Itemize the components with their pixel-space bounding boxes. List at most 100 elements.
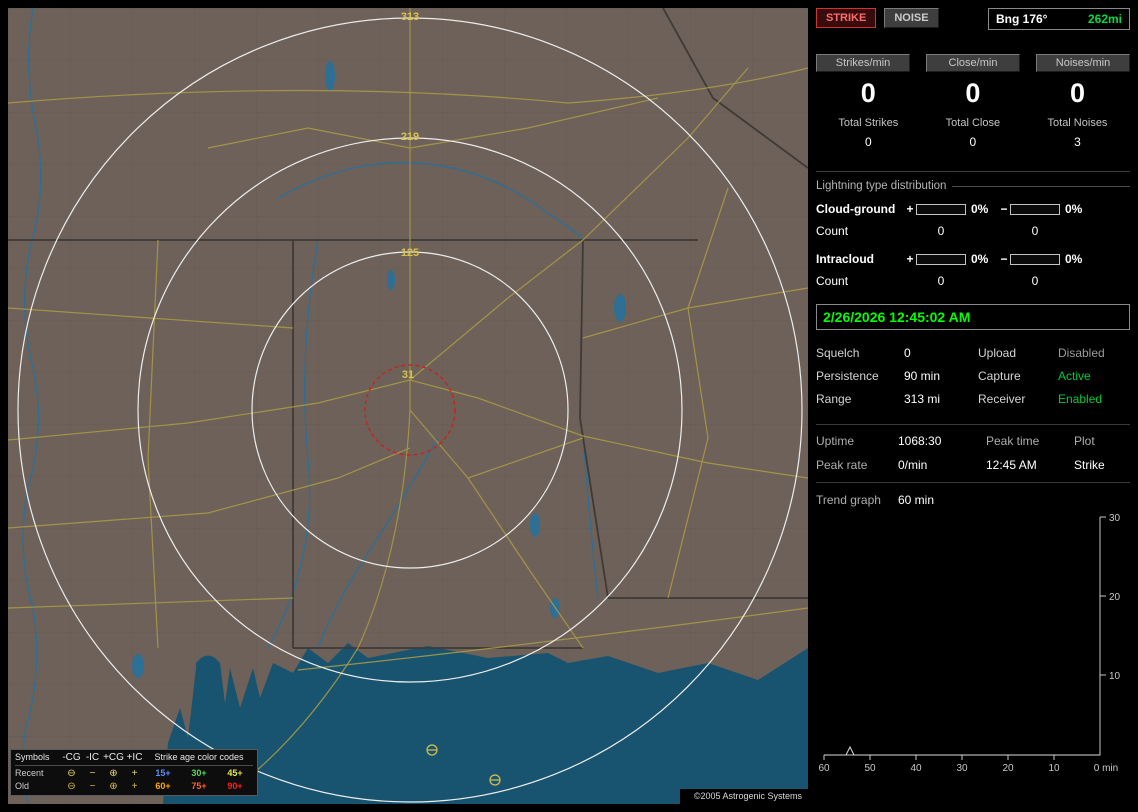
cg-minus-percent: 0% [1065, 202, 1083, 216]
cg-minus-meter [1010, 203, 1060, 215]
age-code: 90+ [227, 781, 243, 791]
cg-count-label: Count [816, 224, 849, 238]
ic-plus-percent: 0% [971, 252, 989, 266]
intracloud-label: Intracloud [816, 252, 875, 266]
legend-type-header: -IC [82, 751, 103, 766]
trend-y-tick-labels: 30 20 10 [1109, 513, 1121, 682]
capture-label: Capture [978, 369, 1021, 383]
range-label: Range [816, 392, 852, 406]
ring-label-313: 313 [401, 11, 419, 23]
total-strikes-value: 0 [864, 135, 872, 149]
ic-count-label: Count [816, 274, 849, 288]
trend-axes [823, 516, 1106, 760]
svg-text:30: 30 [956, 763, 968, 774]
neg-cg-icon: ⊖ [67, 768, 76, 779]
pos-ic-icon: + [131, 768, 138, 779]
persistence-label: Persistence [816, 369, 879, 383]
trend-origin-label: 0 min [1094, 763, 1118, 774]
noise-mode-button[interactable]: NOISE [884, 8, 939, 28]
lightning-map[interactable]: 313 219 125 31 [8, 8, 808, 804]
total-strikes-label: Total Strikes [838, 117, 899, 129]
trend-graph-label: Trend graph [816, 493, 881, 507]
ring-label-125: 125 [401, 247, 419, 259]
legend-type-header: +CG [103, 751, 124, 766]
svg-text:60: 60 [818, 763, 830, 774]
ic-minus-count: 0 [1031, 274, 1039, 288]
receiver-status: Enabled [1058, 392, 1103, 406]
legend-type-header: +IC [124, 751, 145, 766]
strike-mode-button[interactable]: STRIKE [816, 8, 877, 28]
total-close-label: Total Close [945, 117, 1001, 129]
ring-label-219: 219 [401, 131, 419, 143]
capture-status: Active [1058, 369, 1091, 383]
map-area[interactable]: 313 219 125 31 Symbols -CG -IC +CG +IC S… [8, 8, 808, 804]
cg-plus-count: 0 [937, 224, 945, 238]
minus-sign: − [1000, 202, 1008, 216]
pos-ic-icon: + [131, 781, 138, 792]
ic-minus-percent: 0% [1065, 252, 1083, 266]
plus-sign: + [906, 202, 914, 216]
svg-text:20: 20 [1109, 592, 1121, 603]
squelch-label: Squelch [816, 346, 860, 360]
peak-rate-value: 0/min [898, 458, 928, 472]
close-per-min-header[interactable]: Close/min [926, 54, 1020, 72]
trend-x-tick-labels: 60 50 40 30 20 10 0 min [818, 763, 1118, 774]
cg-minus-count: 0 [1031, 224, 1039, 238]
legend-type-header: -CG [61, 751, 82, 766]
uptime-label: Uptime [816, 434, 855, 448]
datetime-display: 2/26/2026 12:45:02 AM [816, 304, 1130, 330]
trend-range-value: 60 min [898, 493, 935, 507]
persistence-value: 90 min [904, 369, 941, 383]
age-code: 75+ [191, 781, 207, 791]
distribution-title: Lightning type distribution [816, 180, 947, 192]
plus-sign: + [906, 252, 914, 266]
upload-status: Disabled [1058, 346, 1105, 360]
squelch-value: 0 [904, 346, 911, 360]
cg-plus-meter [916, 203, 966, 215]
bearing-distance: 262mi [1087, 12, 1122, 26]
trend-series-line [824, 745, 1100, 756]
neg-ic-icon: − [89, 768, 96, 779]
status-panel: STRIKE NOISE Bng 176° 262mi Strikes/min … [816, 8, 1130, 804]
legend-row-label: Recent [15, 768, 44, 778]
bearing-label: Bng 176° [996, 12, 1048, 26]
pos-cg-icon: ⊕ [109, 781, 118, 792]
peak-time-label: Peak time [986, 434, 1040, 448]
strikes-per-min-value: 0 [860, 78, 876, 108]
svg-text:30: 30 [1109, 513, 1121, 524]
age-code: 30+ [191, 768, 207, 778]
section-divider [816, 171, 1130, 172]
ic-minus-meter [1010, 253, 1060, 265]
neg-ic-icon: − [89, 781, 96, 792]
neg-cg-icon: ⊖ [67, 781, 76, 792]
total-noises-value: 3 [1074, 135, 1081, 149]
ic-plus-count: 0 [937, 274, 945, 288]
upload-label: Upload [978, 346, 1017, 360]
legend-age-title: Strike age color codes [145, 751, 253, 766]
total-noises-label: Total Noises [1047, 117, 1108, 129]
peak-time-value: 12:45 AM [986, 458, 1037, 472]
ring-label-31: 31 [402, 369, 414, 381]
plot-label: Plot [1074, 434, 1095, 448]
range-value: 313 mi [904, 392, 941, 406]
title-rule [952, 185, 1130, 187]
legend-symbols-title: Symbols [15, 751, 61, 766]
close-per-min-value: 0 [965, 78, 981, 108]
legend-row-label: Old [15, 781, 30, 791]
svg-text:10: 10 [1109, 671, 1121, 682]
ic-plus-meter [916, 253, 966, 265]
age-code: 45+ [227, 768, 243, 778]
noises-per-min-header[interactable]: Noises/min [1036, 54, 1130, 72]
copyright-text: ©2005 Astrogenic Systems [679, 789, 808, 804]
strikes-per-min-header[interactable]: Strikes/min [816, 54, 910, 72]
receiver-label: Receiver [978, 392, 1026, 406]
total-close-value: 0 [969, 135, 977, 149]
peak-rate-label: Peak rate [816, 458, 868, 472]
svg-text:20: 20 [1002, 763, 1014, 774]
symbols-legend: Symbols -CG -IC +CG +IC Strike age color… [10, 749, 258, 796]
pos-cg-icon: ⊕ [109, 768, 118, 779]
svg-text:10: 10 [1048, 763, 1060, 774]
minus-sign: − [1000, 252, 1008, 266]
svg-text:50: 50 [864, 763, 876, 774]
cg-plus-percent: 0% [971, 202, 989, 216]
